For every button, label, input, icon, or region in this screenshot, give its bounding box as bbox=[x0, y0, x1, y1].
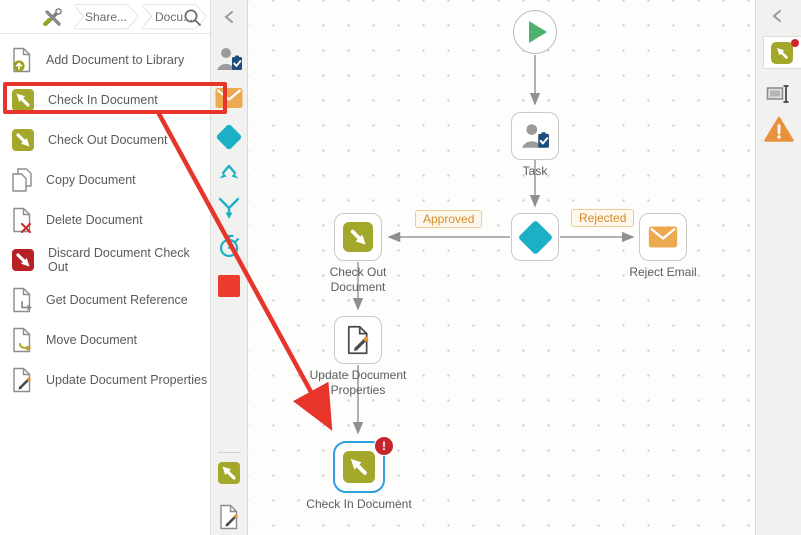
node-label-check-out-document: Check Out Document bbox=[329, 265, 387, 294]
action-list: Add Document to Library Check In Documen… bbox=[0, 34, 210, 400]
edge-label-rejected: Rejected bbox=[571, 209, 635, 227]
edge-label-approved: Approved bbox=[415, 210, 483, 228]
action-item-move-document[interactable]: Move Document bbox=[0, 320, 210, 360]
expand-panel-chevron-icon[interactable] bbox=[770, 8, 784, 29]
properties-sidebar bbox=[755, 0, 801, 535]
start-icon bbox=[528, 21, 547, 43]
email-icon bbox=[648, 226, 678, 248]
discard-check-out-icon bbox=[11, 248, 35, 272]
email-icon[interactable] bbox=[215, 88, 243, 109]
tools-icon bbox=[40, 5, 64, 29]
action-item-label: Check Out Document bbox=[48, 133, 168, 147]
action-item-check-in-document[interactable]: Check In Document bbox=[0, 80, 210, 120]
decision-icon bbox=[517, 219, 553, 255]
node-reject-email[interactable] bbox=[639, 213, 687, 261]
action-item-add-document-to-library[interactable]: Add Document to Library bbox=[0, 40, 210, 80]
node-task[interactable] bbox=[511, 112, 559, 160]
action-item-label: Update Document Properties bbox=[46, 373, 208, 387]
rename-icon[interactable] bbox=[766, 84, 792, 104]
check-out-icon bbox=[343, 222, 373, 252]
update-document-properties-icon bbox=[345, 325, 371, 355]
update-document-properties-icon[interactable] bbox=[218, 504, 240, 530]
user-task-icon[interactable] bbox=[215, 46, 243, 72]
collapse-panel-chevron-icon[interactable] bbox=[222, 9, 236, 25]
node-label-update-document-properties: Update Document Properties bbox=[309, 368, 407, 397]
tab-check-in-document[interactable] bbox=[763, 36, 801, 69]
action-item-label: Delete Document bbox=[46, 213, 143, 227]
action-item-label: Add Document to Library bbox=[46, 53, 185, 67]
breadcrumb-label: Share... bbox=[84, 9, 128, 24]
check-out-icon bbox=[11, 128, 35, 152]
error-badge[interactable]: ! bbox=[374, 436, 394, 456]
alert-dot bbox=[791, 39, 799, 47]
node-check-out-document[interactable] bbox=[334, 213, 382, 261]
check-in-document-icon[interactable] bbox=[217, 461, 241, 485]
check-in-icon bbox=[11, 88, 35, 112]
action-item-label: Discard Document Check Out bbox=[48, 246, 190, 274]
move-document-icon bbox=[11, 327, 33, 353]
action-item-copy-document[interactable]: Copy Document bbox=[0, 160, 210, 200]
warnings-icon[interactable] bbox=[763, 116, 794, 143]
update-document-properties-icon bbox=[11, 367, 33, 393]
action-item-label: Copy Document bbox=[46, 173, 136, 187]
workflow-designer: Share... Docu... Add Document to Library… bbox=[0, 0, 801, 535]
breadcrumb: Share... Docu... bbox=[0, 0, 210, 34]
node-label-check-in-document: Check In Document bbox=[306, 497, 412, 511]
actions-panel: Share... Docu... Add Document to Library… bbox=[0, 0, 211, 535]
timer-icon[interactable] bbox=[217, 233, 241, 259]
action-item-check-out-document[interactable]: Check Out Document bbox=[0, 120, 210, 160]
breadcrumb-item-share[interactable]: Share... bbox=[74, 4, 138, 29]
action-item-get-document-reference[interactable]: Get Document Reference bbox=[0, 280, 210, 320]
node-decision[interactable] bbox=[511, 213, 559, 261]
action-item-delete-document[interactable]: Delete Document bbox=[0, 200, 210, 240]
node-start[interactable] bbox=[513, 10, 557, 54]
search-icon[interactable] bbox=[183, 8, 202, 32]
node-label-task: Task bbox=[522, 164, 548, 178]
delete-document-icon bbox=[11, 207, 33, 234]
action-item-label: Check In Document bbox=[48, 93, 158, 107]
action-item-label: Move Document bbox=[46, 333, 138, 347]
get-document-reference-icon bbox=[11, 287, 33, 313]
check-in-icon bbox=[771, 42, 793, 64]
workflow-canvas[interactable]: Task Check Out Document Reject Email App… bbox=[249, 0, 755, 535]
node-label-reject-email: Reject Email bbox=[629, 265, 697, 279]
split-icon[interactable] bbox=[217, 164, 241, 184]
node-update-document-properties[interactable] bbox=[334, 316, 382, 364]
action-item-discard-document-check-out[interactable]: Discard Document Check Out bbox=[0, 240, 210, 280]
decision-icon[interactable] bbox=[215, 123, 243, 151]
user-task-icon bbox=[520, 122, 550, 150]
toolbar-divider bbox=[218, 452, 241, 453]
check-in-icon bbox=[343, 451, 375, 483]
action-item-update-document-properties[interactable]: Update Document Properties bbox=[0, 360, 210, 400]
merge-icon[interactable] bbox=[217, 197, 241, 221]
add-document-icon bbox=[11, 47, 33, 73]
error-badge-glyph: ! bbox=[382, 439, 386, 453]
copy-document-icon bbox=[11, 167, 33, 193]
action-item-label: Get Document Reference bbox=[46, 293, 188, 307]
end-icon[interactable] bbox=[218, 275, 240, 297]
stencil-toolbar bbox=[211, 0, 248, 535]
